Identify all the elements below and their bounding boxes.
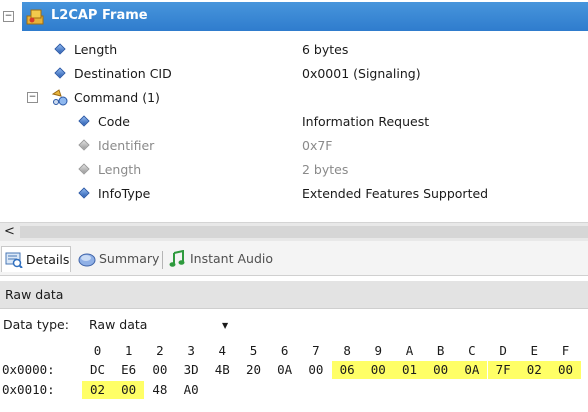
hex-column-label: 7: [312, 343, 320, 358]
hex-byte[interactable]: 00: [425, 361, 457, 379]
collapse-icon[interactable]: −: [3, 11, 14, 22]
hex-column-label: 6: [280, 343, 289, 358]
hex-column-label: 1: [124, 343, 133, 358]
hex-column-label: 4: [218, 343, 227, 358]
hex-byte[interactable]: 3D: [176, 361, 207, 379]
hex-byte[interactable]: A0: [176, 381, 207, 399]
field-value: 0x7F: [302, 138, 333, 153]
field-value: 6 bytes: [302, 42, 349, 57]
hex-byte[interactable]: 00: [300, 361, 331, 379]
hex-address: 0x0000:: [2, 362, 55, 377]
scroll-left-icon[interactable]: <: [4, 224, 15, 239]
hex-byte[interactable]: 0A: [456, 361, 488, 379]
data-type-value: Raw data: [89, 317, 148, 332]
hex-byte[interactable]: 00: [144, 361, 175, 379]
hex-address: 0x0010:: [2, 382, 55, 397]
hex-column-label: E: [530, 343, 539, 358]
tab-separator: [162, 251, 163, 269]
hex-column-label: D: [499, 343, 507, 358]
field-label: Length: [74, 42, 118, 57]
protocol-frame-icon: [26, 9, 44, 25]
hex-byte[interactable]: 01: [394, 361, 425, 379]
hex-byte[interactable]: 0A: [269, 361, 300, 379]
data-type-label: Data type:: [3, 317, 69, 332]
hex-byte[interactable]: 48: [144, 381, 175, 399]
packet-tree: − L2CAP Frame Length 6 bytes Destination…: [0, 0, 588, 222]
field-icon: [54, 43, 66, 55]
hex-byte[interactable]: 02: [82, 381, 113, 399]
hex-byte[interactable]: DC: [82, 361, 113, 379]
tab-details[interactable]: Details: [1, 246, 71, 272]
command-group-icon: [51, 89, 68, 106]
field-icon: [78, 139, 90, 151]
field-icon: [78, 163, 90, 175]
frame-title: L2CAP Frame: [51, 8, 148, 23]
collapse-icon[interactable]: −: [27, 92, 38, 103]
hex-column-label: 0: [93, 343, 102, 358]
tree-row-command[interactable]: − Command (1): [0, 86, 588, 110]
field-value: 2 bytes: [302, 162, 349, 177]
l2cap-frame-row[interactable]: − L2CAP Frame: [0, 2, 588, 31]
tree-row-infotype[interactable]: InfoType Extended Features Supported: [0, 182, 588, 206]
field-label: Destination CID: [74, 66, 172, 81]
hex-byte[interactable]: 00: [550, 361, 581, 379]
hex-column-label: B: [436, 343, 445, 358]
raw-data-header: Raw data: [0, 281, 588, 309]
hex-byte[interactable]: 00: [113, 381, 145, 399]
field-value: 0x0001 (Signaling): [302, 66, 421, 81]
field-icon: [54, 67, 66, 79]
tree-row-code[interactable]: Code Information Request: [0, 110, 588, 134]
tab-bar: Details Summary Instant Audio: [0, 241, 588, 276]
field-icon: [78, 115, 90, 127]
hex-byte[interactable]: 02: [518, 361, 550, 379]
hex-column-label: F: [561, 343, 570, 358]
hex-byte[interactable]: E6: [113, 361, 144, 379]
field-label: Identifier: [98, 138, 155, 153]
field-label: Length: [98, 162, 142, 177]
hex-byte[interactable]: 20: [238, 361, 269, 379]
tree-row-command-length[interactable]: Length 2 bytes: [0, 158, 588, 182]
hex-column-label: 2: [156, 343, 164, 358]
hex-column-label: 8: [343, 343, 351, 358]
hex-column-label: 3: [187, 343, 195, 358]
hex-byte[interactable]: 4B: [207, 361, 238, 379]
hex-column-label: C: [468, 343, 476, 358]
data-type-select[interactable]: Raw data ▼: [82, 313, 236, 337]
hex-column-label: 5: [249, 343, 258, 358]
field-icon: [78, 187, 90, 199]
tab-label: Instant Audio: [190, 251, 274, 266]
raw-data-title: Raw data: [5, 287, 64, 302]
tree-row-destination-cid[interactable]: Destination CID 0x0001 (Signaling): [0, 62, 588, 86]
tree-row-identifier[interactable]: Identifier 0x7F: [0, 134, 588, 158]
field-label: Command (1): [74, 90, 160, 105]
hex-byte[interactable]: 00: [362, 361, 394, 379]
details-icon: [5, 252, 23, 268]
field-value: Information Request: [302, 114, 430, 129]
field-label: InfoType: [98, 186, 151, 201]
tree-row-length[interactable]: Length 6 bytes: [0, 38, 588, 62]
horizontal-scrollbar[interactable]: <: [0, 222, 588, 241]
field-value: Extended Features Supported: [302, 186, 489, 201]
field-label: Code: [98, 114, 131, 129]
tab-instant-audio[interactable]: Instant Audio: [166, 246, 276, 272]
hex-column-label: 9: [374, 343, 383, 358]
hex-byte[interactable]: 7F: [487, 361, 519, 379]
tab-summary[interactable]: Summary: [76, 246, 160, 272]
hex-column-label: A: [405, 343, 414, 358]
chevron-down-icon[interactable]: ▼: [222, 321, 228, 330]
music-note-icon: [169, 250, 185, 267]
scrollbar-thumb[interactable]: [20, 226, 588, 238]
hex-byte[interactable]: 06: [331, 361, 363, 379]
hex-view[interactable]: 0123456789ABCDEF 0x0000: DC E6 00 3D 4B 20 0A 00…: [0, 340, 588, 412]
summary-icon: [78, 253, 96, 267]
tab-label: Details: [26, 252, 70, 267]
tab-label: Summary: [99, 251, 160, 266]
data-type-row: Data type: Raw data ▼: [0, 312, 588, 340]
